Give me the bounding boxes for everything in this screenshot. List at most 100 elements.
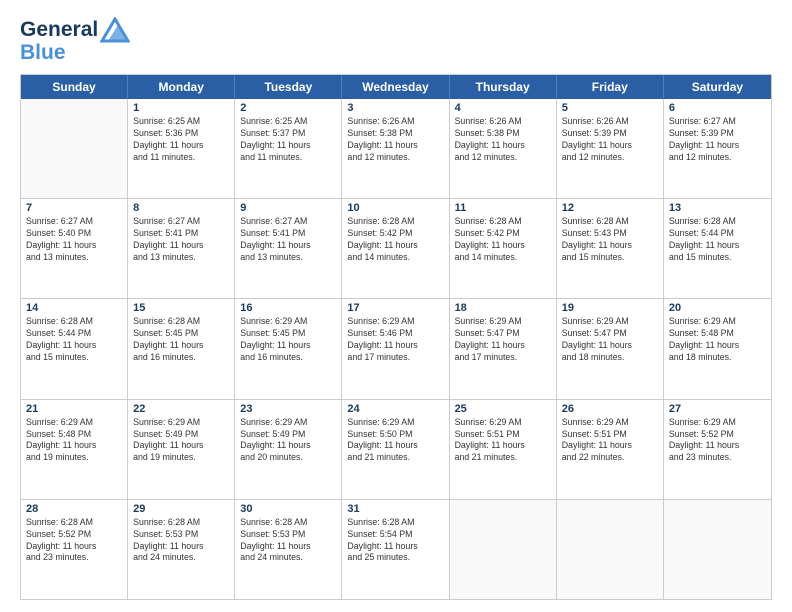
calendar-body: 1 Sunrise: 6:25 AM Sunset: 5:36 PM Daylig… [21, 99, 771, 599]
cell-info: Sunrise: 6:26 AM Sunset: 5:39 PM Dayligh… [562, 116, 658, 164]
calendar-cell: 29Sunrise: 6:28 AM Sunset: 5:53 PM Dayli… [128, 500, 235, 599]
calendar-cell: 25 Sunrise: 6:29 AM Sunset: 5:51 PM Dayli… [450, 400, 557, 499]
cell-info: Sunrise: 6:27 AM Sunset: 5:39 PM Dayligh… [669, 116, 766, 164]
cell-date: 17 [347, 302, 443, 314]
day-header-friday: Friday [557, 75, 664, 99]
calendar-cell [450, 500, 557, 599]
calendar-cell [664, 500, 771, 599]
calendar-cell: 31Sunrise: 6:28 AM Sunset: 5:54 PM Dayli… [342, 500, 449, 599]
cell-info: Sunrise: 6:29 AM Sunset: 5:46 PM Dayligh… [347, 316, 443, 364]
cell-info: Sunrise: 6:28 AM Sunset: 5:53 PM Dayligh… [240, 517, 336, 565]
cell-info: Sunrise: 6:29 AM Sunset: 5:47 PM Dayligh… [562, 316, 658, 364]
cell-date: 5 [562, 102, 658, 114]
cell-info: Sunrise: 6:27 AM Sunset: 5:40 PM Dayligh… [26, 216, 122, 264]
day-header-wednesday: Wednesday [342, 75, 449, 99]
calendar-cell: 8 Sunrise: 6:27 AM Sunset: 5:41 PM Daylig… [128, 199, 235, 298]
cell-info: Sunrise: 6:28 AM Sunset: 5:53 PM Dayligh… [133, 517, 229, 565]
day-header-sunday: Sunday [21, 75, 128, 99]
cell-date: 14 [26, 302, 122, 314]
cell-date: 4 [455, 102, 551, 114]
cell-info: Sunrise: 6:28 AM Sunset: 5:42 PM Dayligh… [347, 216, 443, 264]
calendar: SundayMondayTuesdayWednesdayThursdayFrid… [20, 74, 772, 600]
calendar-header: SundayMondayTuesdayWednesdayThursdayFrid… [21, 75, 771, 99]
cell-date: 2 [240, 102, 336, 114]
cell-date: 30 [240, 503, 336, 515]
calendar-cell: 27 Sunrise: 6:29 AM Sunset: 5:52 PM Dayli… [664, 400, 771, 499]
calendar-cell: 6Sunrise: 6:27 AM Sunset: 5:39 PM Daylig… [664, 99, 771, 198]
calendar-cell: 30 Sunrise: 6:28 AM Sunset: 5:53 PM Dayli… [235, 500, 342, 599]
calendar-cell: 19Sunrise: 6:29 AM Sunset: 5:47 PM Dayli… [557, 299, 664, 398]
cell-info: Sunrise: 6:29 AM Sunset: 5:49 PM Dayligh… [240, 417, 336, 465]
cell-date: 12 [562, 202, 658, 214]
cell-info: Sunrise: 6:29 AM Sunset: 5:51 PM Dayligh… [562, 417, 658, 465]
calendar-week-1: 7 Sunrise: 6:27 AM Sunset: 5:40 PM Daylig… [21, 199, 771, 299]
day-header-monday: Monday [128, 75, 235, 99]
cell-info: Sunrise: 6:25 AM Sunset: 5:37 PM Dayligh… [240, 116, 336, 164]
cell-info: Sunrise: 6:28 AM Sunset: 5:54 PM Dayligh… [347, 517, 443, 565]
cell-info: Sunrise: 6:29 AM Sunset: 5:45 PM Dayligh… [240, 316, 336, 364]
day-header-thursday: Thursday [450, 75, 557, 99]
cell-info: Sunrise: 6:27 AM Sunset: 5:41 PM Dayligh… [133, 216, 229, 264]
calendar-cell: 21 Sunrise: 6:29 AM Sunset: 5:48 PM Dayli… [21, 400, 128, 499]
header: General Blue [20, 16, 772, 64]
cell-info: Sunrise: 6:26 AM Sunset: 5:38 PM Dayligh… [455, 116, 551, 164]
logo-text: General [20, 18, 98, 41]
cell-date: 7 [26, 202, 122, 214]
calendar-week-2: 14 Sunrise: 6:28 AM Sunset: 5:44 PM Dayli… [21, 299, 771, 399]
calendar-cell [557, 500, 664, 599]
cell-date: 13 [669, 202, 766, 214]
calendar-cell: 26 Sunrise: 6:29 AM Sunset: 5:51 PM Dayli… [557, 400, 664, 499]
cell-date: 16 [240, 302, 336, 314]
cell-date: 23 [240, 403, 336, 415]
calendar-week-4: 28Sunrise: 6:28 AM Sunset: 5:52 PM Dayli… [21, 500, 771, 599]
cell-date: 11 [455, 202, 551, 214]
logo-icon [100, 17, 130, 43]
cell-date: 20 [669, 302, 766, 314]
cell-info: Sunrise: 6:25 AM Sunset: 5:36 PM Dayligh… [133, 116, 229, 164]
cell-date: 15 [133, 302, 229, 314]
calendar-cell: 14 Sunrise: 6:28 AM Sunset: 5:44 PM Dayli… [21, 299, 128, 398]
calendar-cell: 28Sunrise: 6:28 AM Sunset: 5:52 PM Dayli… [21, 500, 128, 599]
calendar-cell: 12Sunrise: 6:28 AM Sunset: 5:43 PM Dayli… [557, 199, 664, 298]
cell-date: 25 [455, 403, 551, 415]
cell-info: Sunrise: 6:29 AM Sunset: 5:48 PM Dayligh… [669, 316, 766, 364]
cell-info: Sunrise: 6:27 AM Sunset: 5:41 PM Dayligh… [240, 216, 336, 264]
cell-info: Sunrise: 6:29 AM Sunset: 5:48 PM Dayligh… [26, 417, 122, 465]
cell-date: 26 [562, 403, 658, 415]
cell-date: 3 [347, 102, 443, 114]
calendar-cell: 20 Sunrise: 6:29 AM Sunset: 5:48 PM Dayli… [664, 299, 771, 398]
day-header-tuesday: Tuesday [235, 75, 342, 99]
logo: General Blue [20, 16, 130, 64]
cell-info: Sunrise: 6:28 AM Sunset: 5:45 PM Dayligh… [133, 316, 229, 364]
calendar-cell: 13 Sunrise: 6:28 AM Sunset: 5:44 PM Dayli… [664, 199, 771, 298]
calendar-cell: 3 Sunrise: 6:26 AM Sunset: 5:38 PM Daylig… [342, 99, 449, 198]
cell-date: 8 [133, 202, 229, 214]
page: General Blue SundayMondayTuesdayWednesda… [0, 0, 792, 612]
cell-info: Sunrise: 6:29 AM Sunset: 5:52 PM Dayligh… [669, 417, 766, 465]
cell-info: Sunrise: 6:29 AM Sunset: 5:50 PM Dayligh… [347, 417, 443, 465]
cell-info: Sunrise: 6:28 AM Sunset: 5:44 PM Dayligh… [669, 216, 766, 264]
cell-info: Sunrise: 6:29 AM Sunset: 5:51 PM Dayligh… [455, 417, 551, 465]
calendar-cell: 18Sunrise: 6:29 AM Sunset: 5:47 PM Dayli… [450, 299, 557, 398]
cell-info: Sunrise: 6:28 AM Sunset: 5:52 PM Dayligh… [26, 517, 122, 565]
cell-date: 27 [669, 403, 766, 415]
cell-date: 1 [133, 102, 229, 114]
calendar-week-3: 21 Sunrise: 6:29 AM Sunset: 5:48 PM Dayli… [21, 400, 771, 500]
calendar-cell: 5 Sunrise: 6:26 AM Sunset: 5:39 PM Daylig… [557, 99, 664, 198]
cell-date: 22 [133, 403, 229, 415]
calendar-cell: 23 Sunrise: 6:29 AM Sunset: 5:49 PM Dayli… [235, 400, 342, 499]
calendar-cell: 17 Sunrise: 6:29 AM Sunset: 5:46 PM Dayli… [342, 299, 449, 398]
cell-date: 9 [240, 202, 336, 214]
cell-info: Sunrise: 6:29 AM Sunset: 5:49 PM Dayligh… [133, 417, 229, 465]
cell-info: Sunrise: 6:26 AM Sunset: 5:38 PM Dayligh… [347, 116, 443, 164]
calendar-cell: 4 Sunrise: 6:26 AM Sunset: 5:38 PM Daylig… [450, 99, 557, 198]
calendar-cell: 1 Sunrise: 6:25 AM Sunset: 5:36 PM Daylig… [128, 99, 235, 198]
day-header-saturday: Saturday [664, 75, 771, 99]
cell-info: Sunrise: 6:28 AM Sunset: 5:44 PM Dayligh… [26, 316, 122, 364]
cell-date: 21 [26, 403, 122, 415]
cell-info: Sunrise: 6:29 AM Sunset: 5:47 PM Dayligh… [455, 316, 551, 364]
calendar-cell: 15 Sunrise: 6:28 AM Sunset: 5:45 PM Dayli… [128, 299, 235, 398]
calendar-cell: 9 Sunrise: 6:27 AM Sunset: 5:41 PM Daylig… [235, 199, 342, 298]
calendar-cell: 16 Sunrise: 6:29 AM Sunset: 5:45 PM Dayli… [235, 299, 342, 398]
cell-date: 24 [347, 403, 443, 415]
